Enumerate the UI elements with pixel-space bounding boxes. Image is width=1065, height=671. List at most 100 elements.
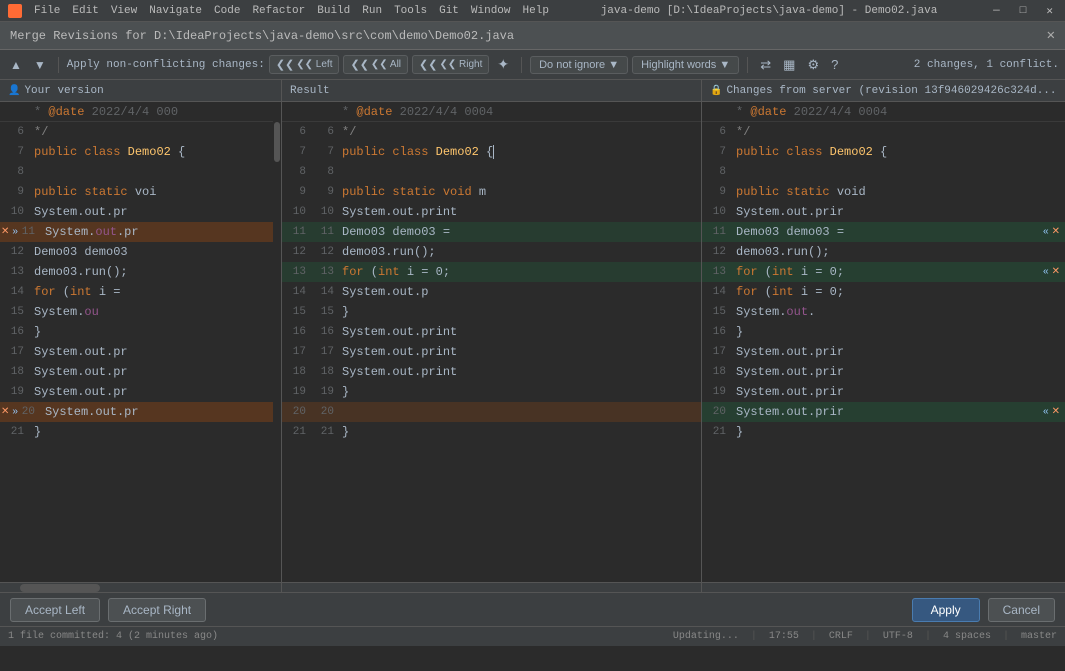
status-branch: master bbox=[1021, 631, 1057, 642]
menu-file[interactable]: File bbox=[34, 5, 60, 17]
help-btn[interactable]: ? bbox=[827, 55, 842, 74]
right-conflict-accept-btn[interactable]: « bbox=[1042, 227, 1050, 237]
accept-right-btn[interactable]: Accept Right bbox=[108, 598, 206, 622]
result-line-8: 8 8 bbox=[282, 162, 701, 182]
app-icon bbox=[8, 4, 22, 18]
toolbar-separator-2 bbox=[521, 57, 522, 73]
diff-area: * @date 2022/4/4 000 6 */ 7 public class… bbox=[0, 102, 1065, 582]
right-conflict-x3-btn[interactable]: ✕ bbox=[1051, 407, 1061, 417]
menu-build[interactable]: Build bbox=[317, 5, 350, 17]
right-conflict-accept3-btn[interactable]: « bbox=[1042, 407, 1050, 417]
git-commit-info: 1 file committed: 4 (2 minutes ago) bbox=[8, 631, 218, 642]
left-conflict-accept2-btn[interactable]: » bbox=[11, 407, 19, 417]
menu-code[interactable]: Code bbox=[214, 5, 240, 17]
highlight-label: Highlight words bbox=[641, 59, 716, 71]
apply-left-btn[interactable]: ❮❮ ❮❮ Left bbox=[269, 55, 340, 74]
server-changes-label: Changes from server (revision 13f9460294… bbox=[726, 85, 1056, 97]
code-line-right-19: 19 System.out.prir bbox=[702, 382, 1065, 402]
result-line-9: 9 9 public static void m bbox=[282, 182, 701, 202]
lock-icon: 🔒 bbox=[710, 85, 722, 97]
menu-window[interactable]: Window bbox=[471, 5, 511, 17]
code-line-left-10: 10 System.out.pr bbox=[0, 202, 281, 222]
left-conflict-x-btn[interactable]: ✕ bbox=[0, 227, 10, 237]
your-version-label: Your version bbox=[24, 85, 103, 97]
menu-refactor[interactable]: Refactor bbox=[252, 5, 305, 17]
result-line-14: 14 14 System.out.p bbox=[282, 282, 701, 302]
menu-view[interactable]: View bbox=[111, 5, 137, 17]
left-conflict-accept-btn[interactable]: » bbox=[11, 227, 19, 237]
settings-btn[interactable]: ⚙ bbox=[803, 55, 823, 75]
menu-git[interactable]: Git bbox=[439, 5, 459, 17]
your-version-icon: 👤 bbox=[8, 85, 20, 97]
left-hscroll[interactable] bbox=[0, 583, 282, 593]
cancel-btn[interactable]: Cancel bbox=[988, 598, 1055, 622]
code-line-right-8: 8 bbox=[702, 162, 1065, 182]
toolbar: ▲ ▼ Apply non-conflicting changes: ❮❮ ❮❮… bbox=[0, 50, 1065, 80]
magic-wand-btn[interactable]: ✦ bbox=[493, 54, 513, 75]
dialog-close-btn[interactable]: ✕ bbox=[1047, 27, 1055, 44]
status-separator-3: | bbox=[865, 631, 871, 642]
result-line-15: 15 15 } bbox=[282, 302, 701, 322]
result-hscroll[interactable] bbox=[282, 583, 702, 593]
result-line-16: 16 16 System.out.print bbox=[282, 322, 701, 342]
status-separator-1: | bbox=[751, 631, 757, 642]
code-line-left-15: 15 System.ou bbox=[0, 302, 281, 322]
apply-btn[interactable]: Apply bbox=[912, 598, 980, 622]
result-line-20: 20 20 bbox=[282, 402, 701, 422]
code-line-right-13: 13 for (int i = 0; « ✕ bbox=[702, 262, 1065, 282]
result-line-12: 12 12 demo03.run(); bbox=[282, 242, 701, 262]
right-conflict-x-btn[interactable]: ✕ bbox=[1051, 227, 1061, 237]
code-line-right-17: 17 System.out.prir bbox=[702, 342, 1065, 362]
apply-all-btn[interactable]: ❮❮ ❮❮ All bbox=[343, 55, 408, 74]
code-line-right-15: 15 System.out. bbox=[702, 302, 1065, 322]
minimize-btn[interactable]: — bbox=[989, 5, 1004, 17]
prev-change-btn[interactable]: ▲ bbox=[6, 56, 26, 74]
menu-navigate[interactable]: Navigate bbox=[149, 5, 202, 17]
status-separator-4: | bbox=[925, 631, 931, 642]
bottom-right-buttons: Apply Cancel bbox=[912, 598, 1055, 622]
status-separator-5: | bbox=[1003, 631, 1009, 642]
code-line-left-11: ✕ » 11 System.out.pr bbox=[0, 222, 281, 242]
right-btn-label: ❮❮ Right bbox=[439, 59, 482, 70]
right-conflict-accept2-btn[interactable]: « bbox=[1042, 267, 1050, 277]
sync-btn[interactable]: ⇄ bbox=[756, 55, 775, 75]
result-header: Result bbox=[282, 80, 702, 101]
ignore-dropdown[interactable]: Do not ignore ▼ bbox=[530, 56, 628, 74]
code-line-right-11: 11 Demo03 demo03 = « ✕ bbox=[702, 222, 1065, 242]
left-conflict-x2-btn[interactable]: ✕ bbox=[0, 407, 10, 417]
menu-edit[interactable]: Edit bbox=[72, 5, 98, 17]
left-arrows-icon: ❮❮ bbox=[276, 58, 294, 71]
toolbar-separator-1 bbox=[58, 57, 59, 73]
next-change-btn[interactable]: ▼ bbox=[30, 56, 50, 74]
menu-help[interactable]: Help bbox=[523, 5, 549, 17]
diff-view-btn[interactable]: ▦ bbox=[779, 55, 799, 75]
right-hscroll[interactable] bbox=[702, 583, 1065, 593]
code-line-left-19: 19 System.out.pr bbox=[0, 382, 281, 402]
menu-run[interactable]: Run bbox=[362, 5, 382, 17]
menu-bar: File Edit View Navigate Code Refactor Bu… bbox=[0, 0, 1065, 22]
menu-tools[interactable]: Tools bbox=[394, 5, 427, 17]
code-line-right-16: 16 } bbox=[702, 322, 1065, 342]
right-conflict-x2-btn[interactable]: ✕ bbox=[1051, 267, 1061, 277]
apply-right-btn[interactable]: ❮❮ ❮❮ Right bbox=[412, 55, 489, 74]
result-line-17: 17 17 System.out.print bbox=[282, 342, 701, 362]
code-line-right-6: 6 */ bbox=[702, 122, 1065, 142]
code-line-right-18: 18 System.out.prir bbox=[702, 362, 1065, 382]
all-arrows-icon: ❮❮ bbox=[350, 58, 368, 71]
result-line-13: 13 13 for (int i = 0; bbox=[282, 262, 701, 282]
ignore-label: Do not ignore bbox=[539, 59, 605, 71]
maximize-btn[interactable]: □ bbox=[1016, 5, 1031, 17]
server-changes-header: 🔒 Changes from server (revision 13f94602… bbox=[702, 80, 1065, 101]
highlight-dropdown[interactable]: Highlight words ▼ bbox=[632, 56, 739, 74]
column-headers: 👤 Your version Result 🔒 Changes from ser… bbox=[0, 80, 1065, 102]
code-line-left-16: 16 } bbox=[0, 322, 281, 342]
code-line-left-14: 14 for (int i = bbox=[0, 282, 281, 302]
left-scrollbar[interactable] bbox=[273, 102, 281, 582]
accept-left-btn[interactable]: Accept Left bbox=[10, 598, 100, 622]
right-arrows-icon: ❮❮ bbox=[419, 58, 437, 71]
status-separator-2: | bbox=[811, 631, 817, 642]
code-line-left-6: 6 */ bbox=[0, 122, 281, 142]
code-line-left-21: 21 } bbox=[0, 422, 281, 442]
code-line-right-14: 14 for (int i = 0; bbox=[702, 282, 1065, 302]
close-btn[interactable]: ✕ bbox=[1042, 4, 1057, 18]
